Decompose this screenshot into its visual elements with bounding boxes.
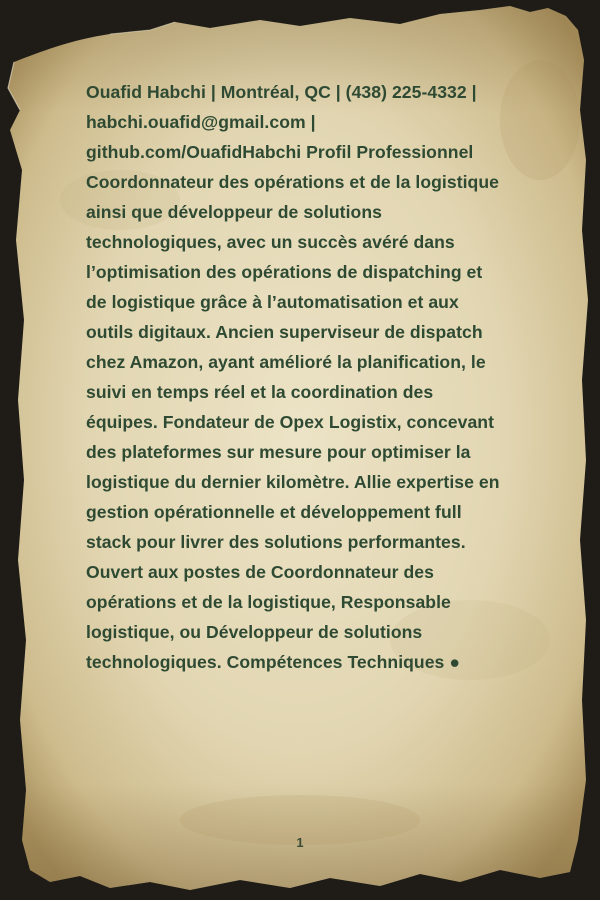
page-canvas: Ouafid Habchi | Montréal, QC | (438) 225… xyxy=(0,0,600,900)
resume-body-text: Ouafid Habchi | Montréal, QC | (438) 225… xyxy=(86,82,500,672)
page-number: 1 xyxy=(296,835,304,850)
